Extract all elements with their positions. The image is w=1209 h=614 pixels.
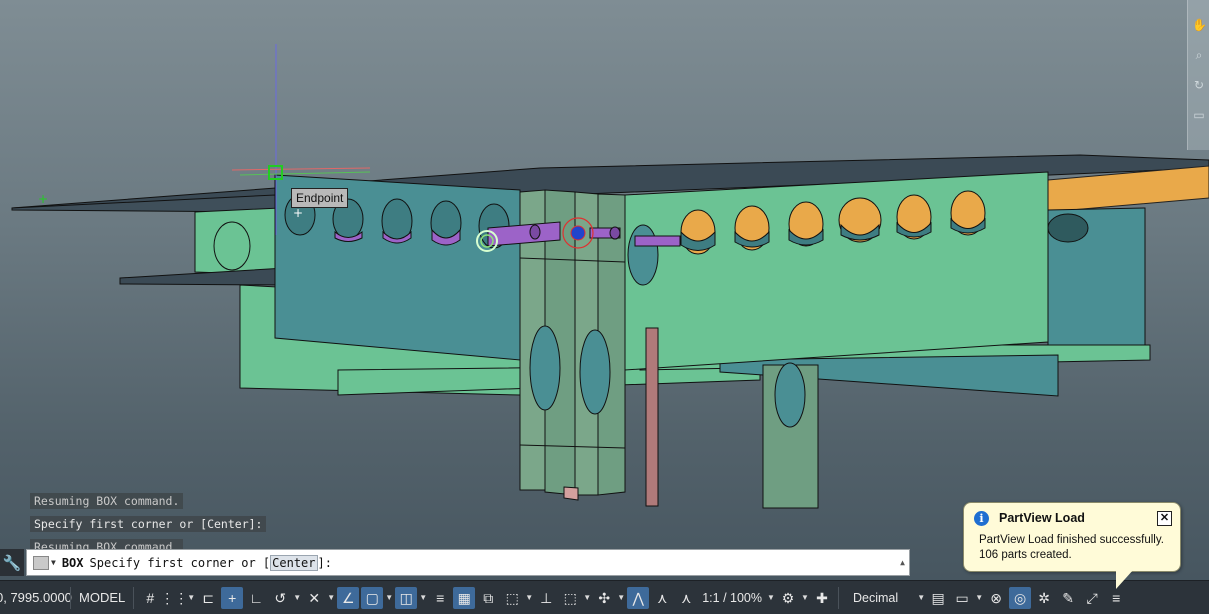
- navigation-bar[interactable]: ✋ ⌕ ↻ ▭: [1187, 0, 1209, 150]
- customization-menu-icon[interactable]: ≡: [1105, 587, 1127, 609]
- chevron-down-icon[interactable]: ▼: [292, 593, 302, 602]
- chevron-down-icon[interactable]: ▼: [800, 593, 810, 602]
- orbit-icon[interactable]: ↻: [1192, 78, 1206, 92]
- annotation-scale-icon[interactable]: ⋏: [675, 587, 697, 609]
- selection-cycling-icon[interactable]: ⧉: [477, 587, 499, 609]
- zoom-icon[interactable]: ⌕: [1192, 48, 1206, 62]
- chevron-down-icon[interactable]: ▼: [51, 558, 56, 567]
- clean-screen-icon[interactable]: ✲: [1033, 587, 1055, 609]
- notification-line: PartView Load finished successfully.: [979, 534, 1164, 546]
- units-value[interactable]: Decimal: [843, 591, 916, 605]
- dynamic-ucs-icon[interactable]: ⊥: [535, 587, 557, 609]
- annotation-scale-value[interactable]: 1:1 / 100%: [698, 591, 766, 605]
- transparency-icon[interactable]: ▦: [453, 586, 476, 609]
- info-icon: i: [974, 511, 989, 526]
- pan-icon[interactable]: ✋: [1192, 18, 1207, 32]
- ortho-icon[interactable]: ∟: [245, 587, 267, 609]
- selection-filter-icon[interactable]: ⬚: [559, 587, 581, 609]
- divider: [70, 586, 71, 609]
- notification-balloon[interactable]: i PartView Load ✕ PartView Load finished…: [963, 502, 1181, 589]
- gizmo-icon[interactable]: ✣: [593, 587, 615, 609]
- svg-text:+: +: [38, 192, 48, 206]
- hardware-acceleration-icon[interactable]: ◎: [1009, 586, 1032, 609]
- isolate-objects-icon[interactable]: ⊗: [985, 587, 1007, 609]
- grid-icon[interactable]: #: [139, 587, 161, 609]
- close-icon[interactable]: ✕: [1157, 511, 1172, 526]
- coordinate-readout[interactable]: 0, 7995.0000: [0, 590, 72, 605]
- chevron-down-icon[interactable]: ▼: [418, 593, 428, 602]
- object-snap-icon[interactable]: ▢: [361, 586, 384, 609]
- object-snap-tracking-icon[interactable]: ∠: [337, 586, 360, 609]
- quick-properties-icon[interactable]: ▤: [927, 587, 949, 609]
- drawing-viewport[interactable]: + + Endpoint ✋ ⌕ ↻ ▭ Resuming BOX comman…: [0, 0, 1209, 580]
- divider: [838, 586, 839, 609]
- chevron-down-icon[interactable]: ▼: [326, 593, 336, 602]
- isometric-drafting-icon[interactable]: ✕: [303, 587, 325, 609]
- lineweight-icon[interactable]: ≡: [429, 587, 451, 609]
- scroll-up-icon[interactable]: ▲: [900, 558, 905, 567]
- chevron-down-icon[interactable]: ▼: [384, 593, 394, 602]
- snap-icon[interactable]: ⋮⋮: [160, 587, 188, 609]
- workspace-gear-icon[interactable]: ⚙: [777, 587, 799, 609]
- infer-constraints-icon[interactable]: ⊏: [197, 587, 219, 609]
- chevron-down-icon[interactable]: ▼: [974, 593, 984, 602]
- recent-commands-icon[interactable]: [33, 555, 49, 570]
- annotation-monitor-icon[interactable]: ✚: [811, 587, 833, 609]
- chevron-down-icon[interactable]: ▼: [582, 593, 592, 602]
- customize-wrench-icon[interactable]: 🔧: [0, 549, 24, 576]
- fullscreen-icon[interactable]: ⤢: [1081, 587, 1103, 609]
- notification-title: PartView Load: [999, 511, 1085, 525]
- chevron-down-icon[interactable]: ▼: [186, 593, 196, 602]
- status-bar: 0, 7995.0000 MODEL # ⋮⋮ ▼ ⊏ + ∟ ↺ ▼ ✕ ▼ …: [0, 580, 1209, 614]
- notification-message: PartView Load finished successfully. 106…: [979, 533, 1164, 563]
- polar-tracking-icon[interactable]: ↺: [269, 587, 291, 609]
- history-line: Specify first corner or [Center]:: [30, 516, 267, 532]
- command-prompt-end: ]:: [317, 555, 332, 570]
- chevron-down-icon[interactable]: ▼: [916, 593, 926, 602]
- chevron-down-icon[interactable]: ▼: [616, 593, 626, 602]
- dynamic-input-icon[interactable]: +: [221, 586, 244, 609]
- center-option[interactable]: Center: [270, 554, 318, 571]
- auto-scale-icon[interactable]: ⋏: [651, 587, 673, 609]
- 3d-osnap-icon[interactable]: ⬚: [501, 587, 523, 609]
- showmotion-icon[interactable]: ▭: [1192, 108, 1206, 122]
- osnap-endpoint-tooltip: Endpoint: [291, 188, 349, 208]
- annotation-visibility-icon[interactable]: ⋀: [627, 586, 650, 609]
- active-command: BOX: [61, 555, 84, 570]
- command-line[interactable]: 🔧 ▼ BOX Specify first corner or [Center]…: [0, 549, 910, 576]
- command-prompt: Specify first corner or [: [89, 555, 271, 570]
- notification-line: 106 parts created.: [979, 549, 1072, 561]
- notification-icon[interactable]: ✎: [1057, 587, 1079, 609]
- 3d-object-snap-icon[interactable]: ◫: [395, 586, 418, 609]
- balloon-tail: [1116, 569, 1134, 589]
- svg-text:+: +: [293, 206, 303, 220]
- chevron-down-icon[interactable]: ▼: [524, 593, 534, 602]
- lock-ui-icon[interactable]: ▭: [951, 587, 973, 609]
- divider: [133, 586, 135, 609]
- model-space-toggle[interactable]: MODEL: [75, 590, 129, 605]
- chevron-down-icon[interactable]: ▼: [766, 593, 776, 602]
- command-input[interactable]: ▼ BOX Specify first corner or [Center]: …: [26, 549, 910, 576]
- history-line: Resuming BOX command.: [30, 493, 184, 509]
